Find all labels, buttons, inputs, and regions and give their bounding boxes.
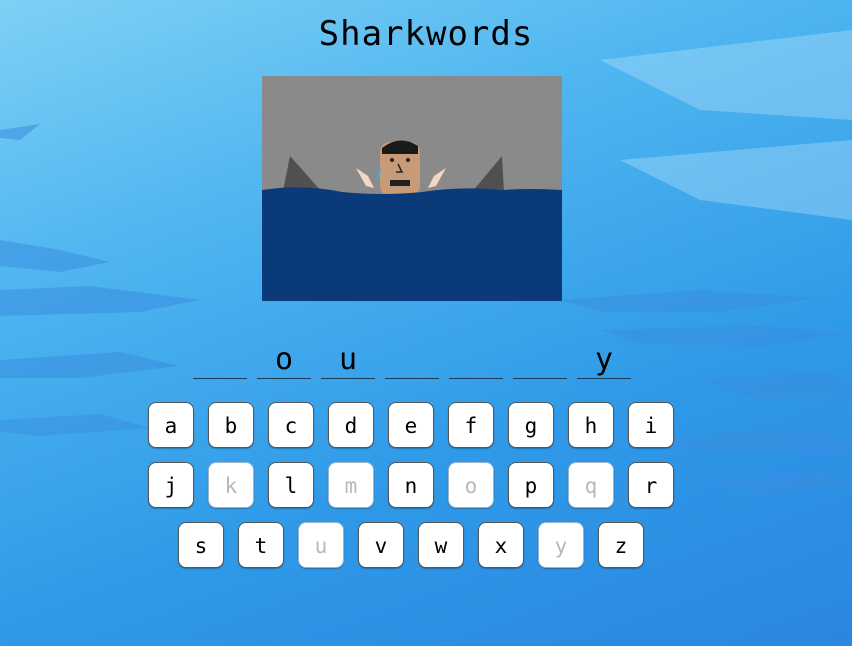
key-f[interactable]: f xyxy=(448,402,494,448)
key-q: q xyxy=(568,462,614,508)
key-y: y xyxy=(538,522,584,568)
page-title: Sharkwords xyxy=(318,14,534,54)
keyboard-row-1: a b c d e f g h i xyxy=(148,402,678,450)
key-t[interactable]: t xyxy=(238,522,284,568)
key-r[interactable]: r xyxy=(628,462,674,508)
key-i[interactable]: i xyxy=(628,402,674,448)
key-d[interactable]: d xyxy=(328,402,374,448)
letter-slot xyxy=(193,340,247,379)
key-g[interactable]: g xyxy=(508,402,554,448)
letter-slot: y xyxy=(577,340,631,379)
key-z[interactable]: z xyxy=(598,522,644,568)
key-c[interactable]: c xyxy=(268,402,314,448)
keyboard-row-3: s t u v w x y z xyxy=(178,522,648,570)
key-s[interactable]: s xyxy=(178,522,224,568)
key-h[interactable]: h xyxy=(568,402,614,448)
key-u: u xyxy=(298,522,344,568)
key-j[interactable]: j xyxy=(148,462,194,508)
key-m: m xyxy=(328,462,374,508)
letter-slot xyxy=(385,340,439,379)
key-o: o xyxy=(448,462,494,508)
word-slots: o u y xyxy=(193,340,633,380)
key-p[interactable]: p xyxy=(508,462,554,508)
letter-slot xyxy=(449,340,503,379)
key-n[interactable]: n xyxy=(388,462,434,508)
key-w[interactable]: w xyxy=(418,522,464,568)
letter-slot: u xyxy=(321,340,375,379)
key-e[interactable]: e xyxy=(388,402,434,448)
key-b[interactable]: b xyxy=(208,402,254,448)
key-k: k xyxy=(208,462,254,508)
key-x[interactable]: x xyxy=(478,522,524,568)
shark-scene-image xyxy=(262,76,562,301)
key-a[interactable]: a xyxy=(148,402,194,448)
water-area xyxy=(262,187,562,301)
key-l[interactable]: l xyxy=(268,462,314,508)
letter-slot: o xyxy=(257,340,311,379)
letter-slot xyxy=(513,340,567,379)
keyboard-row-2: j k l m n o p q r xyxy=(148,462,678,510)
key-v[interactable]: v xyxy=(358,522,404,568)
